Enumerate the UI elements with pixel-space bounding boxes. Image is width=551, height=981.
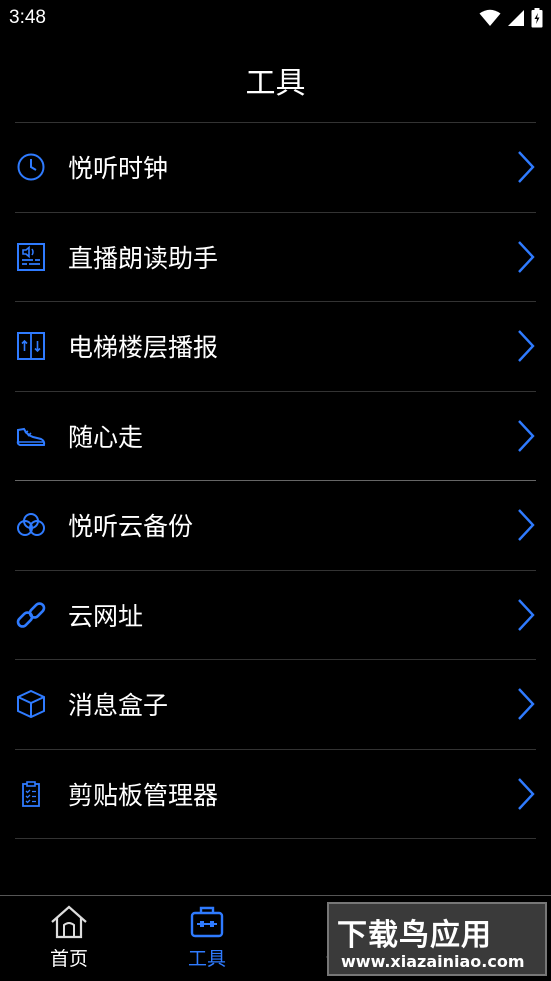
box-icon xyxy=(15,688,47,720)
menu-item-label: 电梯楼层播报 xyxy=(68,333,219,363)
menu-item-clock[interactable]: 悦听时钟 xyxy=(15,123,536,213)
chevron-right-icon xyxy=(516,240,536,274)
status-icons xyxy=(479,8,543,28)
chevron-right-icon xyxy=(516,687,536,721)
battery-icon xyxy=(531,8,543,28)
chevron-right-icon xyxy=(516,419,536,453)
menu-item-label: 剪贴板管理器 xyxy=(68,780,219,810)
page-title: 工具 xyxy=(245,66,306,101)
menu-item-walk[interactable]: 随心走 xyxy=(15,392,536,481)
tools-menu-list: 悦听时钟 直播朗读助手 电梯楼层播报 随心走 悦听云备份 云网址 消息盒子 剪贴… xyxy=(15,122,536,839)
menu-item-cloud-url[interactable]: 云网址 xyxy=(15,571,536,660)
cloud-rings-icon xyxy=(15,509,47,541)
chevron-right-icon xyxy=(516,508,536,542)
elevator-icon xyxy=(15,330,47,362)
menu-item-label: 直播朗读助手 xyxy=(68,243,219,273)
menu-item-message-box[interactable]: 消息盒子 xyxy=(15,660,536,750)
speaker-screen-icon xyxy=(15,241,47,273)
chevron-right-icon xyxy=(516,329,536,363)
menu-item-label: 随心走 xyxy=(68,422,144,452)
menu-item-label: 悦听时钟 xyxy=(68,154,169,184)
toolbox-icon xyxy=(190,906,224,938)
clock-icon xyxy=(15,151,47,183)
tab-home[interactable]: 首页 xyxy=(9,902,129,978)
watermark-logo: 下载鸟应用 www.xiazainiao.com xyxy=(327,902,547,976)
tab-label: 工具 xyxy=(187,948,226,970)
menu-item-cloud-backup[interactable]: 悦听云备份 xyxy=(15,481,536,571)
clipboard-icon xyxy=(15,778,47,810)
menu-item-elevator[interactable]: 电梯楼层播报 xyxy=(15,302,536,392)
menu-item-live-reader[interactable]: 直播朗读助手 xyxy=(15,213,536,302)
status-bar: 3:48 xyxy=(0,0,551,38)
link-icon xyxy=(15,599,47,631)
sneaker-icon xyxy=(15,420,47,452)
watermark-url: www.xiazainiao.com xyxy=(341,952,525,971)
tab-tools[interactable]: 工具 xyxy=(147,902,267,978)
wifi-icon xyxy=(479,9,501,27)
watermark-text: 下载鸟应用 xyxy=(337,918,492,953)
chevron-right-icon xyxy=(516,777,536,811)
menu-item-label: 云网址 xyxy=(68,601,144,631)
status-time: 3:48 xyxy=(9,7,46,28)
menu-item-clipboard[interactable]: 剪贴板管理器 xyxy=(15,750,536,839)
chevron-right-icon xyxy=(516,598,536,632)
menu-item-label: 消息盒子 xyxy=(68,691,169,721)
home-icon xyxy=(51,905,87,939)
menu-item-label: 悦听云备份 xyxy=(68,512,194,542)
tab-label: 首页 xyxy=(49,948,88,970)
chevron-right-icon xyxy=(516,150,536,184)
signal-icon xyxy=(507,9,525,27)
